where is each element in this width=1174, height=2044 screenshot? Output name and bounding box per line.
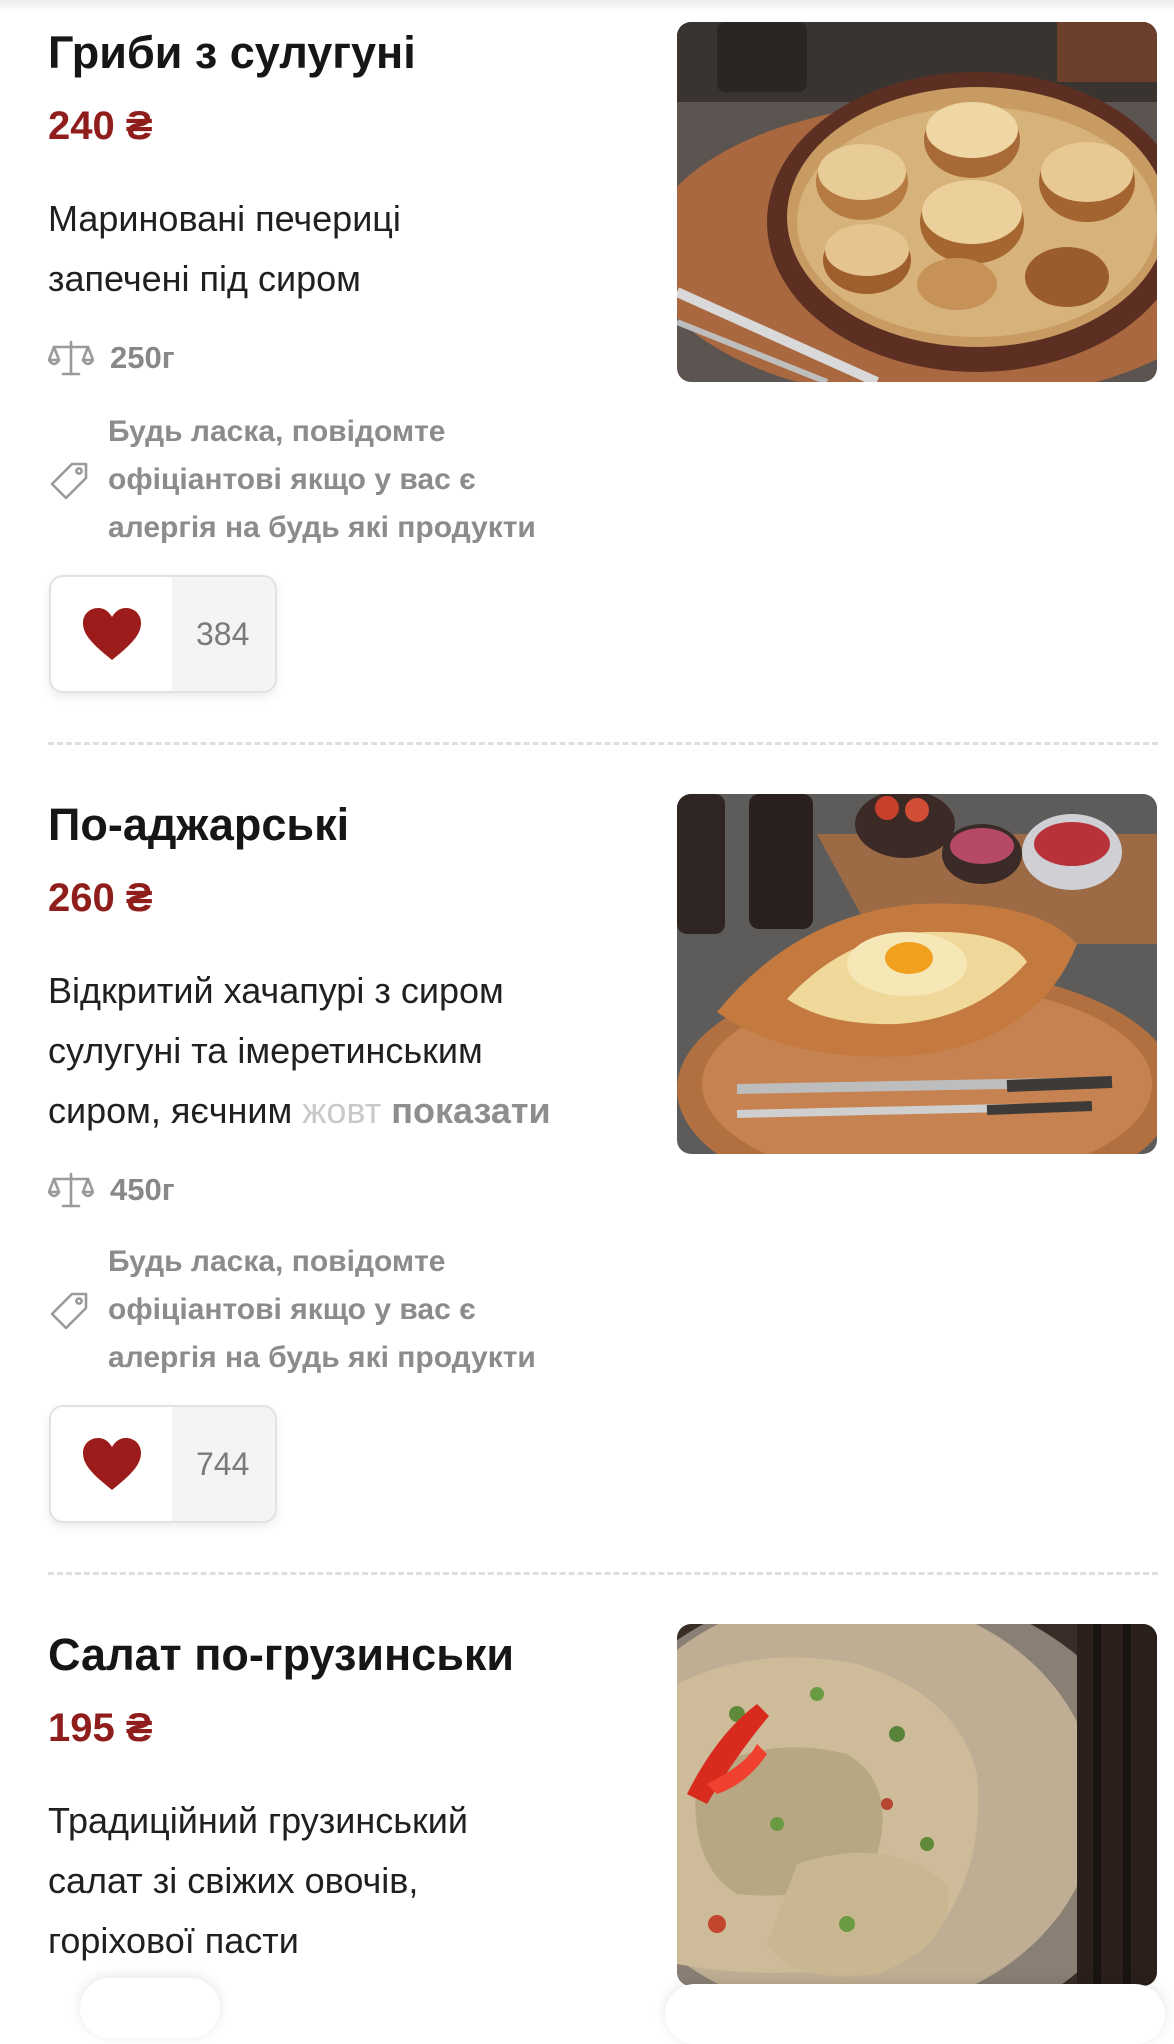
description-line: сулугуні та імеретинським — [48, 1030, 483, 1071]
weight-value: 250г — [110, 340, 175, 375]
floating-action-button[interactable] — [80, 1978, 220, 2038]
tag-icon — [50, 462, 88, 500]
dish-title: По-аджарські — [48, 799, 350, 850]
dish-weight: 250г — [48, 334, 175, 382]
description-line: горіхової пасти — [48, 1920, 299, 1961]
dish-description: Мариновані печериці запечені під сиром — [48, 189, 648, 309]
description-line: сиром, яєчним жовт показати — [48, 1081, 648, 1141]
allergy-notice: Будь ласка, повідомте офіціантові якщо у… — [48, 408, 536, 552]
dashed-divider — [48, 742, 1158, 745]
mushrooms-with-cheese-photo[interactable] — [677, 22, 1157, 382]
menu-item-card[interactable]: По-аджарські 260 ₴ Відкритий хачапурі з … — [0, 770, 1174, 1570]
weight-value: 450г — [110, 1172, 175, 1207]
dish-description: Відкритий хачапурі з сиром сулугуні та і… — [48, 961, 648, 1141]
allergy-line: Будь ласка, повідомте — [108, 415, 446, 448]
description-line: салат зі свіжих овочів, — [48, 1860, 419, 1901]
description-line: Відкритий хачапурі з сиром — [48, 970, 504, 1011]
dish-weight: 450г — [48, 1166, 175, 1214]
like-count: 384 — [172, 577, 276, 691]
allergy-line: Будь ласка, повідомте — [108, 1245, 446, 1278]
description-line: запечені під сиром — [48, 258, 361, 299]
bottom-bar[interactable] — [665, 1984, 1165, 2044]
allergy-text: Будь ласка, повідомте офіціантові якщо у… — [108, 408, 536, 552]
like-button[interactable]: 384 — [49, 575, 278, 693]
dish-title: Салат по-грузинськи — [48, 1629, 515, 1680]
georgian-salad-photo[interactable] — [677, 1624, 1157, 1986]
allergy-line: офіціантові якщо у вас є — [108, 1293, 476, 1326]
like-count: 744 — [172, 1407, 276, 1521]
heart-icon[interactable] — [51, 577, 172, 691]
dish-description: Традиційний грузинський салат зі свіжих … — [48, 1791, 648, 1971]
scale-icon — [48, 340, 94, 376]
khachapuri-photo[interactable] — [677, 794, 1157, 1154]
allergy-line: алергія на будь які продукти — [108, 511, 536, 544]
menu-item-card[interactable]: Салат по-грузинськи 195 ₴ Традиційний гр… — [0, 1600, 1174, 2005]
description-line: Традиційний грузинський — [48, 1800, 468, 1841]
dashed-divider — [48, 1572, 1158, 1575]
allergy-line: офіціантові якщо у вас є — [108, 463, 476, 496]
description-line: Мариновані печериці — [48, 198, 401, 239]
dish-price: 260 ₴ — [48, 876, 153, 920]
description-faded-text: жовт — [302, 1090, 382, 1131]
scale-icon — [48, 1172, 94, 1208]
allergy-notice: Будь ласка, повідомте офіціантові якщо у… — [48, 1238, 536, 1382]
allergy-text: Будь ласка, повідомте офіціантові якщо у… — [108, 1238, 536, 1382]
like-button[interactable]: 744 — [49, 1405, 278, 1523]
show-more-link[interactable]: показати — [391, 1090, 550, 1131]
menu-item-card[interactable]: Гриби з сулугуні 240 ₴ Мариновані печери… — [0, 0, 1174, 740]
dish-title: Гриби з сулугуні — [48, 27, 416, 78]
tag-icon — [50, 1292, 88, 1330]
description-text: сиром, яєчним — [48, 1090, 303, 1131]
dish-price: 195 ₴ — [48, 1706, 153, 1750]
heart-icon[interactable] — [51, 1407, 172, 1521]
dish-price: 240 ₴ — [48, 104, 153, 148]
allergy-line: алергія на будь які продукти — [108, 1341, 536, 1374]
